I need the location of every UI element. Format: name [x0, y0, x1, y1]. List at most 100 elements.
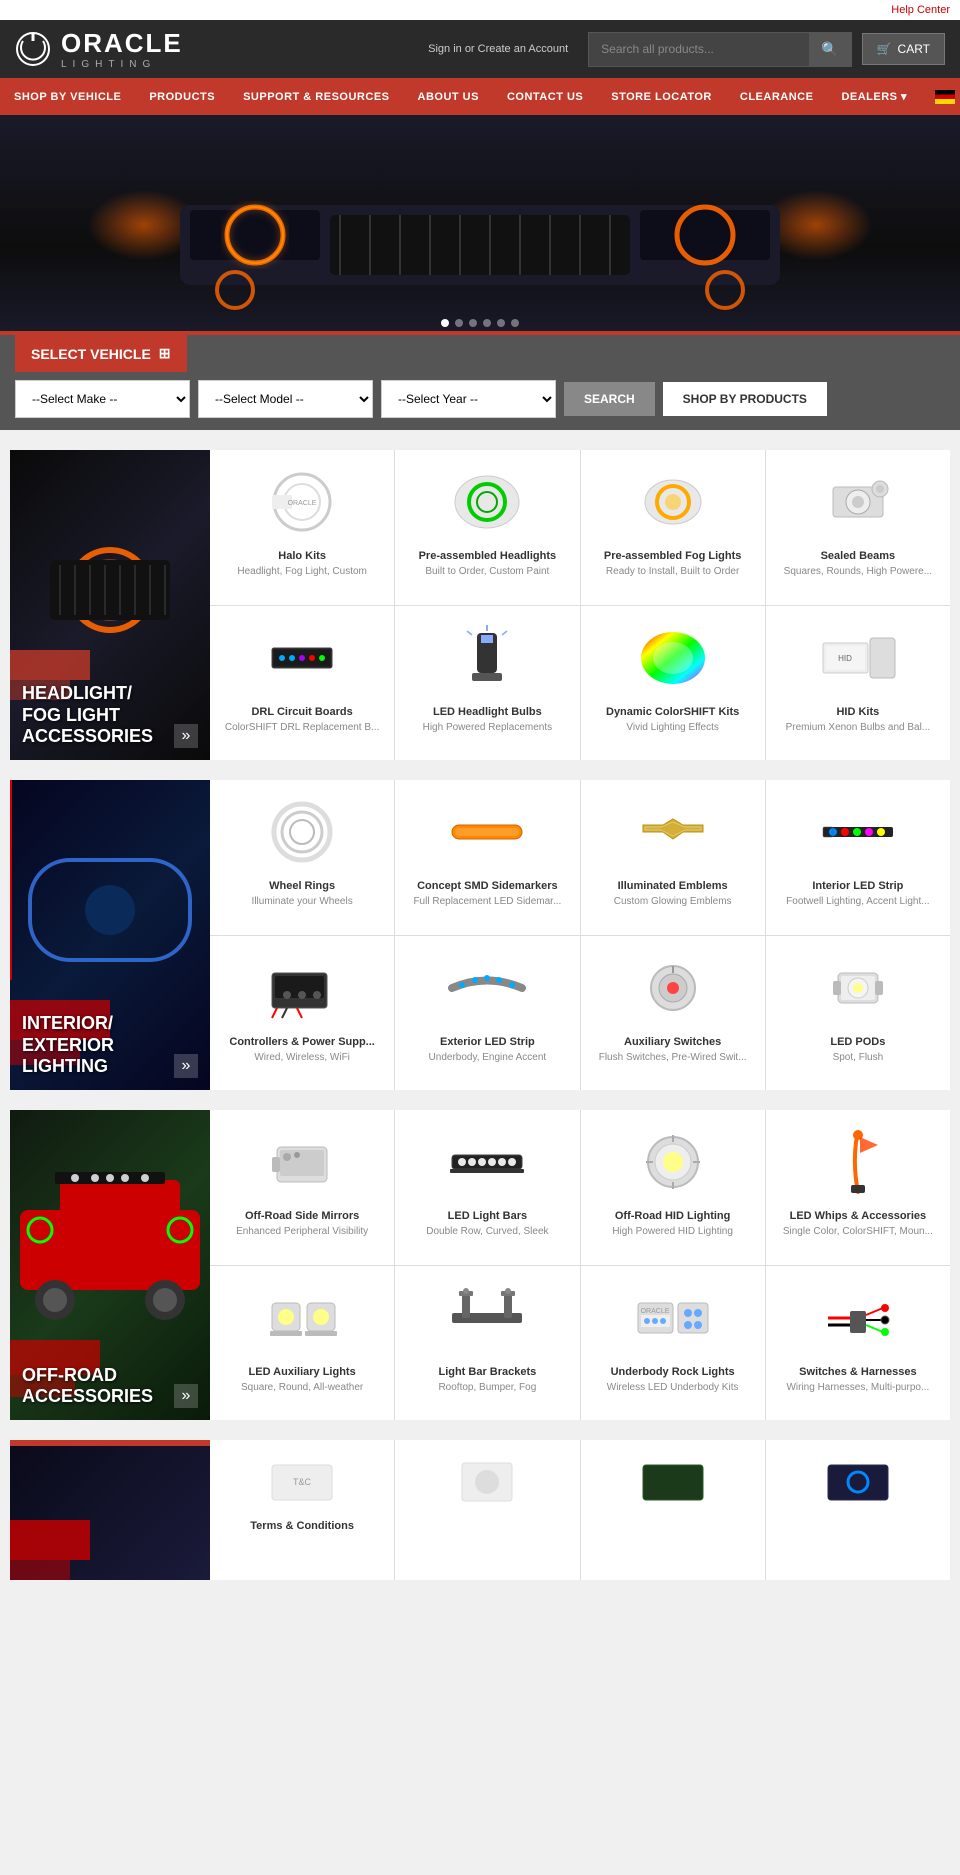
- svg-text:ORACLE: ORACLE: [640, 1308, 669, 1315]
- headlight-banner[interactable]: HEADLIGHT/FOG LIGHTACCESSORIES »: [10, 450, 210, 760]
- product-emblems[interactable]: Illuminated Emblems Custom Glowing Emble…: [581, 780, 765, 935]
- product-aux-switches[interactable]: Auxiliary Switches Flush Switches, Pre-W…: [581, 936, 765, 1091]
- product-preassembled-foglights[interactable]: Pre-assembled Fog Lights Ready to Instal…: [581, 450, 765, 605]
- preassembled-foglights-name: Pre-assembled Fog Lights: [589, 550, 757, 562]
- nav-clearance[interactable]: CLEARANCE: [726, 78, 828, 115]
- headlight-products-grid: ORACLE Halo Kits Headlight, Fog Light, C…: [210, 450, 950, 760]
- nav-about[interactable]: ABOUT US: [404, 78, 493, 115]
- product-rock-lights[interactable]: ORACLE Underbody Rock Lights Wireless LE…: [581, 1266, 765, 1421]
- hid-kits-sub: Premium Xenon Bulbs and Bal...: [774, 721, 942, 734]
- product-bottom-3[interactable]: [581, 1440, 765, 1580]
- product-switches-harnesses[interactable]: Switches & Harnesses Wiring Harnesses, M…: [766, 1266, 950, 1421]
- nav-shop-by-vehicle[interactable]: SHOP BY VEHICLE: [0, 78, 135, 115]
- interior-banner-arrow[interactable]: »: [174, 1054, 198, 1078]
- product-sidemarkers[interactable]: Concept SMD Sidemarkers Full Replacement…: [395, 780, 579, 935]
- hero-dot-4[interactable]: [483, 319, 491, 327]
- product-dynamic-colorshift[interactable]: Dynamic ColorSHIFT Kits Vivid Lighting E…: [581, 606, 765, 761]
- language-flag[interactable]: [935, 90, 955, 104]
- offroad-banner-arrow[interactable]: »: [174, 1384, 198, 1408]
- interior-banner[interactable]: INTERIOR/EXTERIORLIGHTING »: [10, 780, 210, 1090]
- wheel-rings-icon: [262, 797, 342, 867]
- product-aux-lights[interactable]: LED Auxiliary Lights Square, Round, All-…: [210, 1266, 394, 1421]
- year-select[interactable]: --Select Year --: [381, 380, 556, 418]
- svg-text:ORACLE: ORACLE: [288, 500, 317, 507]
- nav-support[interactable]: SUPPORT & RESOURCES: [229, 78, 403, 115]
- product-controllers[interactable]: Controllers & Power Supp... Wired, Wirel…: [210, 936, 394, 1091]
- bottom-banner[interactable]: [10, 1440, 210, 1580]
- emblems-name: Illuminated Emblems: [589, 880, 757, 892]
- product-lightbar-brackets[interactable]: Light Bar Brackets Rooftop, Bumper, Fog: [395, 1266, 579, 1421]
- product-wheel-rings[interactable]: Wheel Rings Illuminate your Wheels: [210, 780, 394, 935]
- emblems-icon: [633, 797, 713, 867]
- hero-banner: [0, 115, 960, 335]
- offroad-banner[interactable]: OFF-ROADACCESSORIES »: [10, 1110, 210, 1420]
- product-interior-led-strip[interactable]: Interior LED Strip Footwell Lighting, Ac…: [766, 780, 950, 935]
- preassembled-foglights-icon: [633, 467, 713, 537]
- hero-dot-6[interactable]: [511, 319, 519, 327]
- search-input[interactable]: [589, 33, 809, 66]
- help-center-link[interactable]: Help Center: [891, 4, 950, 16]
- product-halo-kits[interactable]: ORACLE Halo Kits Headlight, Fog Light, C…: [210, 450, 394, 605]
- nav-dealers[interactable]: DEALERS ▾: [827, 78, 921, 115]
- switches-harnesses-icon: [818, 1283, 898, 1353]
- side-mirrors-icon: [262, 1127, 342, 1197]
- product-sealed-beams[interactable]: Sealed Beams Squares, Rounds, High Power…: [766, 450, 950, 605]
- led-headlight-bulbs-name: LED Headlight Bulbs: [403, 706, 571, 718]
- product-led-pods[interactable]: LED PODs Spot, Flush: [766, 936, 950, 1091]
- side-mirrors-name: Off-Road Side Mirrors: [218, 1210, 386, 1222]
- product-side-mirrors[interactable]: Off-Road Side Mirrors Enhanced Periphera…: [210, 1110, 394, 1265]
- headlight-banner-arrow[interactable]: »: [174, 724, 198, 748]
- shop-products-button[interactable]: SHOP BY PRODUCTS: [663, 382, 827, 416]
- product-exterior-led-strip[interactable]: Exterior LED Strip Underbody, Engine Acc…: [395, 936, 579, 1091]
- interior-banner-title: INTERIOR/EXTERIORLIGHTING: [22, 1013, 198, 1078]
- product-drl-boards[interactable]: DRL Circuit Boards ColorSHIFT DRL Replac…: [210, 606, 394, 761]
- hero-dot-5[interactable]: [497, 319, 505, 327]
- halo-kits-name: Halo Kits: [218, 550, 386, 562]
- hero-dot-1[interactable]: [441, 319, 449, 327]
- aux-lights-icon: [262, 1283, 342, 1353]
- product-hid-kits[interactable]: HID HID Kits Premium Xenon Bulbs and Bal…: [766, 606, 950, 761]
- product-bottom-2[interactable]: [395, 1440, 579, 1580]
- drl-boards-name: DRL Circuit Boards: [218, 706, 386, 718]
- product-bottom-1[interactable]: T&C Terms & Conditions: [210, 1440, 394, 1580]
- preassembled-headlights-sub: Built to Order, Custom Paint: [403, 565, 571, 578]
- product-bottom-4[interactable]: [766, 1440, 950, 1580]
- led-lightbars-icon: [447, 1127, 527, 1197]
- product-led-headlight-bulbs[interactable]: LED Headlight Bulbs High Powered Replace…: [395, 606, 579, 761]
- bottom-section: T&C Terms & Conditions: [10, 1440, 950, 1580]
- switches-harnesses-sub: Wiring Harnesses, Multi-purpo...: [774, 1381, 942, 1394]
- offroad-products-grid: Off-Road Side Mirrors Enhanced Periphera…: [210, 1110, 950, 1420]
- nav-contact[interactable]: CONTACT US: [493, 78, 597, 115]
- hero-dot-2[interactable]: [455, 319, 463, 327]
- dynamic-colorshift-name: Dynamic ColorSHIFT Kits: [589, 706, 757, 718]
- headlight-banner-title: HEADLIGHT/FOG LIGHTACCESSORIES: [22, 683, 198, 748]
- bottom-product-2-icon: [452, 1455, 522, 1510]
- headlight-banner-overlay: HEADLIGHT/FOG LIGHTACCESSORIES: [10, 450, 210, 760]
- lightbar-brackets-sub: Rooftop, Bumper, Fog: [403, 1381, 571, 1394]
- product-led-whips[interactable]: LED Whips & Accessories Single Color, Co…: [766, 1110, 950, 1265]
- product-preassembled-headlights[interactable]: Pre-assembled Headlights Built to Order,…: [395, 450, 579, 605]
- cart-button[interactable]: 🛒 CART: [862, 33, 945, 65]
- logo[interactable]: ORACLE LIGHTING: [15, 28, 183, 70]
- offroad-section: OFF-ROADACCESSORIES » Off-Road Side Mirr…: [10, 1110, 950, 1420]
- auth-links[interactable]: Sign in or Create an Account: [428, 43, 568, 55]
- hero-dot-3[interactable]: [469, 319, 477, 327]
- search-button[interactable]: 🔍: [809, 33, 850, 66]
- bottom-banner-img: [10, 1440, 210, 1580]
- exterior-led-strip-name: Exterior LED Strip: [403, 1036, 571, 1048]
- select-vehicle-button[interactable]: SELECT VEHICLE ⊞: [15, 335, 187, 372]
- product-led-lightbars[interactable]: LED Light Bars Double Row, Curved, Sleek: [395, 1110, 579, 1265]
- aux-switches-name: Auxiliary Switches: [589, 1036, 757, 1048]
- led-pods-name: LED PODs: [774, 1036, 942, 1048]
- nav-products[interactable]: PRODUCTS: [135, 78, 229, 115]
- controllers-sub: Wired, Wireless, WiFi: [218, 1051, 386, 1064]
- cart-label: CART: [898, 42, 930, 56]
- bottom-product-3-icon: [638, 1455, 708, 1510]
- model-select[interactable]: --Select Model --: [198, 380, 373, 418]
- nav-store-locator[interactable]: STORE LOCATOR: [597, 78, 726, 115]
- controllers-icon: [262, 953, 342, 1023]
- aux-switches-sub: Flush Switches, Pre-Wired Swit...: [589, 1051, 757, 1064]
- product-offroad-hid[interactable]: Off-Road HID Lighting High Powered HID L…: [581, 1110, 765, 1265]
- search-vehicle-button[interactable]: SEARCH: [564, 382, 655, 416]
- make-select[interactable]: --Select Make --: [15, 380, 190, 418]
